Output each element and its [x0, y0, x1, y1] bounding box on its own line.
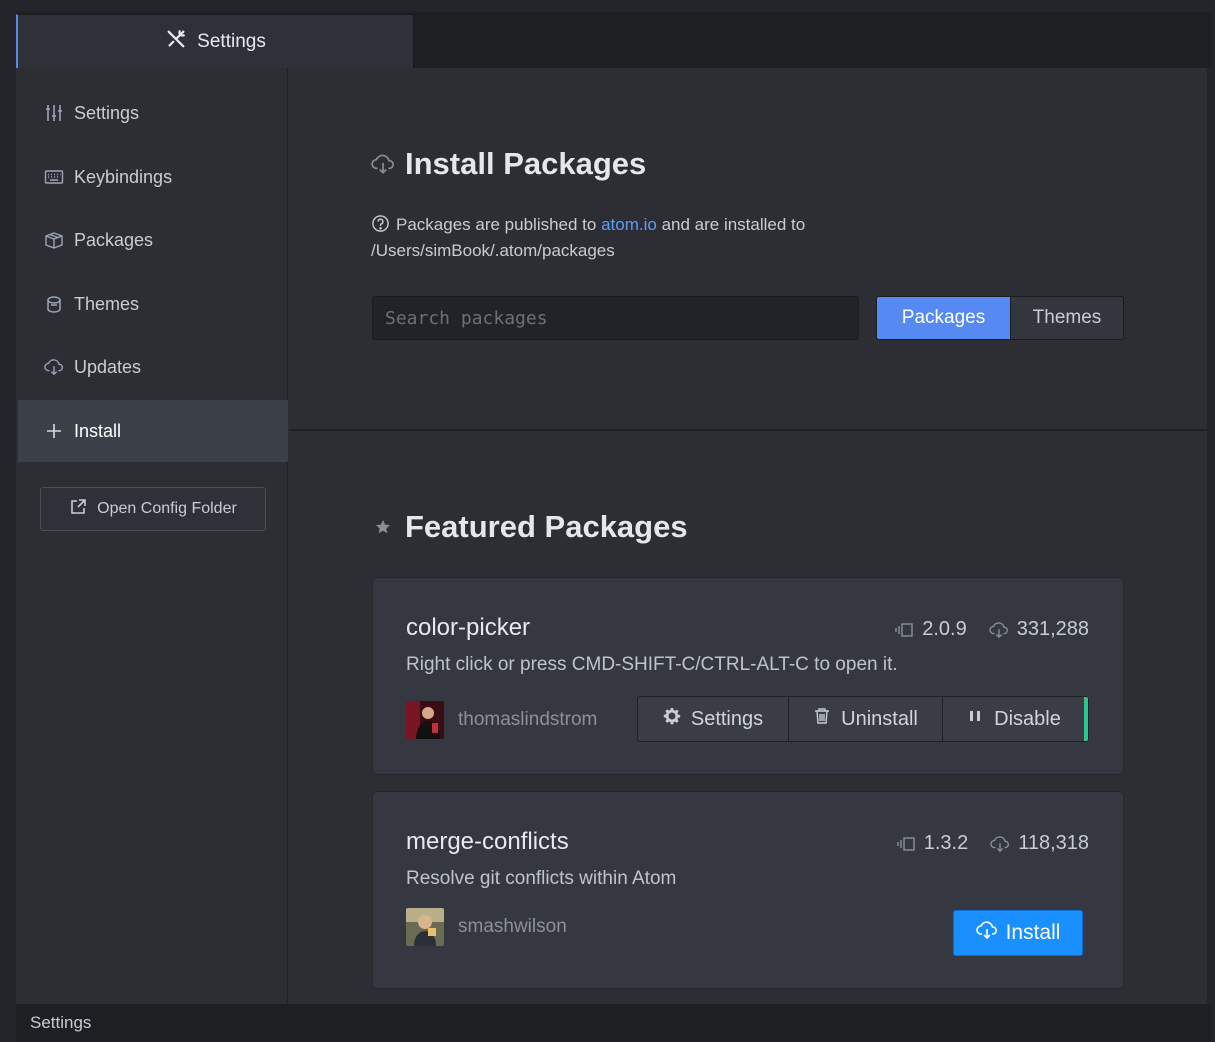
settings-sidebar: Settings Keybindings Packages Themes Upd…: [16, 68, 288, 1004]
tab-settings[interactable]: Settings: [16, 14, 414, 68]
author-name[interactable]: thomaslindstrom: [458, 709, 597, 731]
package-author[interactable]: thomaslindstrom: [406, 701, 597, 739]
versions-icon: [894, 621, 914, 639]
package-settings-button[interactable]: Settings: [638, 697, 788, 741]
themes-toggle-button[interactable]: Themes: [1010, 297, 1123, 339]
featured-packages-heading: Featured Packages: [371, 509, 688, 545]
cloud-download-icon: [371, 152, 395, 176]
package-version: 1.3.2: [923, 832, 969, 854]
install-panel: Install Packages Packages are published …: [289, 68, 1207, 1004]
package-name[interactable]: merge-conflicts: [406, 828, 569, 856]
settings-label: Settings: [690, 707, 764, 730]
settings-view: Settings Keybindings Packages Themes Upd…: [16, 68, 1207, 1004]
enabled-indicator: [1084, 697, 1088, 741]
sidebar-item-label: Themes: [74, 293, 140, 314]
package-stats: 2.0.9 331,288: [894, 618, 1089, 641]
paintcan-icon: [44, 294, 64, 314]
sidebar-item-label: Updates: [74, 356, 142, 377]
info-suffix: and are installed to: [656, 215, 806, 234]
sliders-icon: [44, 103, 64, 123]
uninstall-label: Uninstall: [841, 707, 918, 730]
install-info-text: Packages are published to atom.io and ar…: [371, 212, 931, 264]
search-packages-input[interactable]: [372, 296, 859, 340]
package-description: Resolve git conflicts within Atom: [406, 868, 677, 889]
package-version: 2.0.9: [922, 618, 967, 640]
package-card-color-picker[interactable]: color-picker 2.0.9 331,288 Right click o…: [372, 577, 1124, 775]
trash-icon: [813, 707, 831, 731]
plus-icon: [44, 421, 64, 441]
sidebar-item-packages[interactable]: Packages: [18, 209, 288, 271]
cloud-download-icon: [975, 920, 998, 946]
package-actions: Settings Uninstall Disable: [637, 696, 1089, 742]
install-button[interactable]: Install: [953, 910, 1083, 956]
open-config-folder-button[interactable]: Open Config Folder: [40, 487, 266, 531]
status-text[interactable]: Settings: [30, 1013, 91, 1033]
tab-bar: Settings: [16, 12, 1211, 68]
install-title-text: Install Packages: [405, 146, 647, 181]
question-icon: [371, 214, 390, 233]
install-path: /Users/simBook/.atom/packages: [371, 241, 615, 260]
package-downloads: 118,318: [1018, 832, 1089, 854]
sidebar-item-label: Keybindings: [74, 166, 173, 187]
sidebar-item-updates[interactable]: Updates: [18, 336, 288, 398]
package-author[interactable]: smashwilson: [406, 908, 567, 946]
search-type-toggle: Packages Themes: [876, 296, 1124, 340]
tab-title: Settings: [197, 30, 266, 52]
sidebar-item-settings[interactable]: Settings: [18, 82, 288, 144]
gear-icon: [663, 707, 681, 731]
section-divider: [289, 429, 1207, 431]
sidebar-item-label: Install: [74, 420, 122, 441]
featured-title-text: Featured Packages: [405, 509, 688, 544]
external-link-icon: [69, 498, 87, 521]
sidebar-item-label: Settings: [74, 102, 140, 123]
pause-icon: [966, 707, 984, 731]
author-name[interactable]: smashwilson: [458, 916, 567, 938]
keyboard-icon: [44, 167, 64, 187]
package-stats: 1.3.2 118,318: [896, 832, 1089, 855]
versions-icon: [896, 835, 916, 853]
star-icon: [371, 515, 395, 539]
atom-io-link[interactable]: atom.io: [601, 215, 657, 234]
sidebar-item-label: Packages: [74, 229, 154, 250]
install-label: Install: [1005, 921, 1061, 944]
open-config-label: Open Config Folder: [97, 500, 237, 517]
info-prefix: Packages are published to: [396, 215, 602, 234]
cloud-download-icon: [989, 621, 1009, 639]
packages-toggle-button[interactable]: Packages: [877, 297, 1010, 339]
package-icon: [44, 230, 64, 250]
disable-label: Disable: [994, 707, 1061, 730]
avatar: [406, 908, 444, 946]
sidebar-item-themes[interactable]: Themes: [18, 273, 288, 335]
package-disable-button[interactable]: Disable: [942, 697, 1084, 741]
cloud-download-icon: [44, 357, 64, 377]
status-bar: Settings: [16, 1004, 1211, 1042]
package-description: Right click or press CMD-SHIFT-C/CTRL-AL…: [406, 654, 898, 675]
sidebar-item-keybindings[interactable]: Keybindings: [18, 146, 288, 208]
package-uninstall-button[interactable]: Uninstall: [788, 697, 942, 741]
sidebar-item-install[interactable]: Install: [18, 400, 288, 462]
package-downloads: 331,288: [1016, 618, 1089, 640]
install-packages-heading: Install Packages: [371, 146, 646, 182]
avatar: [406, 701, 444, 739]
package-card-merge-conflicts[interactable]: merge-conflicts 1.3.2 118,318 Resolve gi…: [372, 791, 1124, 989]
tools-icon: [165, 28, 187, 56]
cloud-download-icon: [990, 835, 1010, 853]
package-name[interactable]: color-picker: [406, 614, 530, 642]
